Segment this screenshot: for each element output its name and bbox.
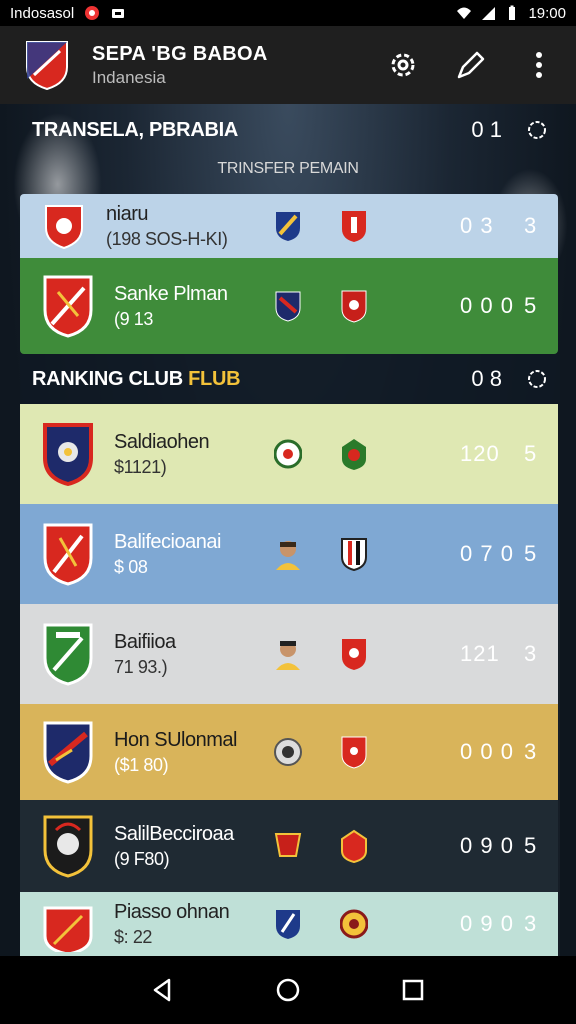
club-name: Baifiioa <box>114 630 176 653</box>
club-crest-icon <box>45 205 83 250</box>
club-points: 0 0 0 <box>460 739 514 764</box>
club-name: Balifecioanai <box>114 530 221 553</box>
transfer-rank: 5 <box>524 293 537 318</box>
app-subtitle: Indanesia <box>92 67 166 87</box>
ranking-row[interactable]: Baifiioa 71 93.) 121 3 <box>20 604 558 704</box>
wifi-icon <box>457 7 472 19</box>
transfer-section-count: 0 1 <box>471 117 502 142</box>
home-icon[interactable] <box>274 976 302 1004</box>
club-crest-icon <box>43 275 93 338</box>
carrier-label: Indosasol <box>10 4 75 22</box>
transfer-section-subtitle: TRINSFER PEMAIN <box>217 160 359 177</box>
app-bar: SEPA 'BG BABOA Indanesia <box>0 26 576 104</box>
player-avatar-icon <box>276 641 300 670</box>
pencil-icon <box>457 51 485 79</box>
message-icon <box>112 9 125 18</box>
club-points: 0 7 0 <box>460 541 514 566</box>
player-avatar-icon <box>276 541 300 570</box>
ranking-row[interactable]: Balifecioanai $ 08 0 7 0 5 <box>20 504 558 604</box>
signal-icon <box>482 7 496 20</box>
club-emblem-icon <box>342 439 366 470</box>
club-value: ($1 80) <box>114 754 169 775</box>
transfer-score: 0 0 0 <box>460 293 514 318</box>
club-name: Piasso ohnan <box>114 900 230 923</box>
battery-icon <box>509 5 516 20</box>
ranking-row[interactable]: Hon SUlonmal ($1 80) 0 0 0 3 <box>20 704 558 800</box>
club-value: $: 22 <box>114 926 153 947</box>
club-rank: 5 <box>524 541 537 566</box>
settings-button[interactable] <box>386 48 420 82</box>
status-bar: Indosasol 19:00 <box>0 0 576 26</box>
transfer-section-title: TRANSELA, PBRABIA <box>32 118 239 141</box>
ranking-row[interactable]: SalilBecciroaa (9 F80) 0 9 0 5 <box>20 800 558 892</box>
club-crest-icon <box>43 815 93 878</box>
club-points: 121 <box>460 641 500 666</box>
back-icon[interactable] <box>149 976 177 1004</box>
club-emblem-icon <box>341 736 367 769</box>
club-crest-icon <box>43 906 93 952</box>
player-detail: (9 13 <box>114 308 154 329</box>
transfer-section-header: TRANSELA, PBRABIA 0 1 <box>20 104 560 156</box>
club-value: (9 F80) <box>114 848 170 869</box>
to-club-badge-icon <box>341 290 367 323</box>
ranking-row[interactable]: Saldiaohen $1121) 120 5 <box>20 404 558 504</box>
to-club-badge-icon <box>342 211 366 242</box>
ranking-row[interactable]: Piasso ohnan $: 22 0 9 0 3 <box>20 892 558 956</box>
club-emblem-icon <box>342 639 366 670</box>
club-value: 71 93.) <box>114 656 168 677</box>
gear-icon <box>391 53 415 77</box>
club-rank: 5 <box>524 441 537 466</box>
club-badge-icon <box>274 439 302 469</box>
from-club-badge-icon <box>275 291 301 322</box>
club-badge-icon <box>274 833 302 857</box>
club-name: SalilBecciroaa <box>114 822 234 845</box>
club-points: 0 9 0 <box>460 833 514 858</box>
club-rank: 3 <box>524 739 537 764</box>
edit-button[interactable] <box>454 48 488 82</box>
clock-label: 19:00 <box>528 4 566 22</box>
club-rank: 3 <box>524 911 537 936</box>
app-logo-icon <box>26 41 68 91</box>
club-crest-icon <box>43 623 93 686</box>
club-points: 0 9 0 <box>460 911 514 936</box>
more-vertical-icon <box>536 52 542 78</box>
club-emblem-icon <box>340 909 368 939</box>
club-crest-icon <box>43 523 93 586</box>
from-club-badge-icon <box>276 212 300 241</box>
more-options-button[interactable] <box>522 48 556 82</box>
club-badge-icon <box>276 910 300 939</box>
notification-icon <box>85 6 100 20</box>
club-name: Hon SUlonmal <box>114 728 237 751</box>
club-value: $ 08 <box>114 556 148 577</box>
transfer-row[interactable]: niaru (198 SOS-H-KI) 0 3 3 <box>20 194 558 258</box>
ranking-section-header: RANKING CLUB FLUB 0 8 <box>20 354 560 404</box>
system-nav-bar <box>0 956 576 1024</box>
club-value: $1121) <box>114 456 167 477</box>
ranking-settings-icon[interactable] <box>526 368 548 390</box>
app-title: SEPA 'BG BABOA <box>92 42 268 65</box>
player-name: niaru <box>106 202 148 225</box>
transfer-settings-icon[interactable] <box>526 119 548 141</box>
club-emblem-icon <box>341 829 367 863</box>
transfer-score: 0 3 <box>460 213 494 238</box>
club-name: Saldiaohen <box>114 430 210 453</box>
player-name: Sanke Plman <box>114 282 228 305</box>
transfer-row[interactable]: Sanke Plman (9 13 0 0 0 5 <box>20 258 558 354</box>
club-emblem-icon <box>341 538 367 571</box>
club-crest-icon <box>43 423 93 486</box>
club-crest-icon <box>43 721 93 784</box>
club-badge-icon <box>274 738 302 766</box>
ranking-section-count: 0 8 <box>471 366 502 391</box>
club-points: 120 <box>460 441 500 466</box>
ranking-section-title: RANKING CLUB FLUB <box>32 367 241 390</box>
ranking-section-title-accent: FLUB <box>188 367 241 390</box>
transfer-rank: 3 <box>524 213 537 238</box>
club-rank: 5 <box>524 833 537 858</box>
recents-icon[interactable] <box>399 976 427 1004</box>
club-rank: 3 <box>524 641 537 666</box>
player-detail: (198 SOS-H-KI) <box>106 228 228 249</box>
